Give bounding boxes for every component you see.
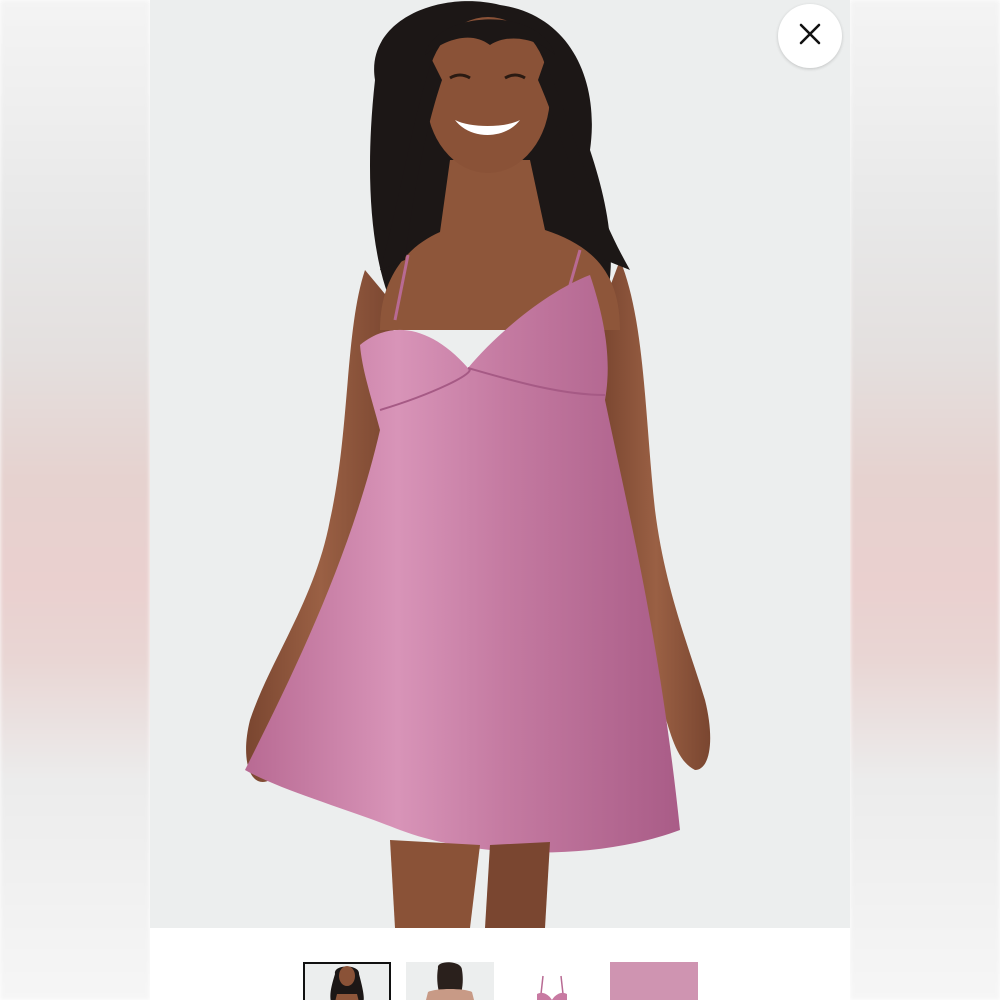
thumbnail-back-image (406, 962, 494, 1000)
thumbnail-front-view[interactable] (303, 962, 391, 1000)
thumbnail-swatch-image (610, 962, 698, 1000)
model-illustration (245, 1, 711, 928)
thumbnail-fabric-swatch[interactable] (610, 962, 698, 1000)
blurred-background-left (0, 0, 150, 1000)
close-button[interactable] (778, 4, 842, 68)
close-icon (798, 22, 822, 51)
thumbnail-back-view[interactable] (406, 962, 494, 1000)
thumbnail-flat-lay[interactable] (507, 962, 595, 1000)
thumbnail-strip (150, 928, 850, 1000)
thumbnail-flat-image (507, 962, 595, 1000)
main-product-photo (150, 0, 850, 928)
blurred-background-right (850, 0, 1000, 1000)
thumbnail-front-image (305, 964, 389, 1000)
image-viewer (150, 0, 850, 1000)
